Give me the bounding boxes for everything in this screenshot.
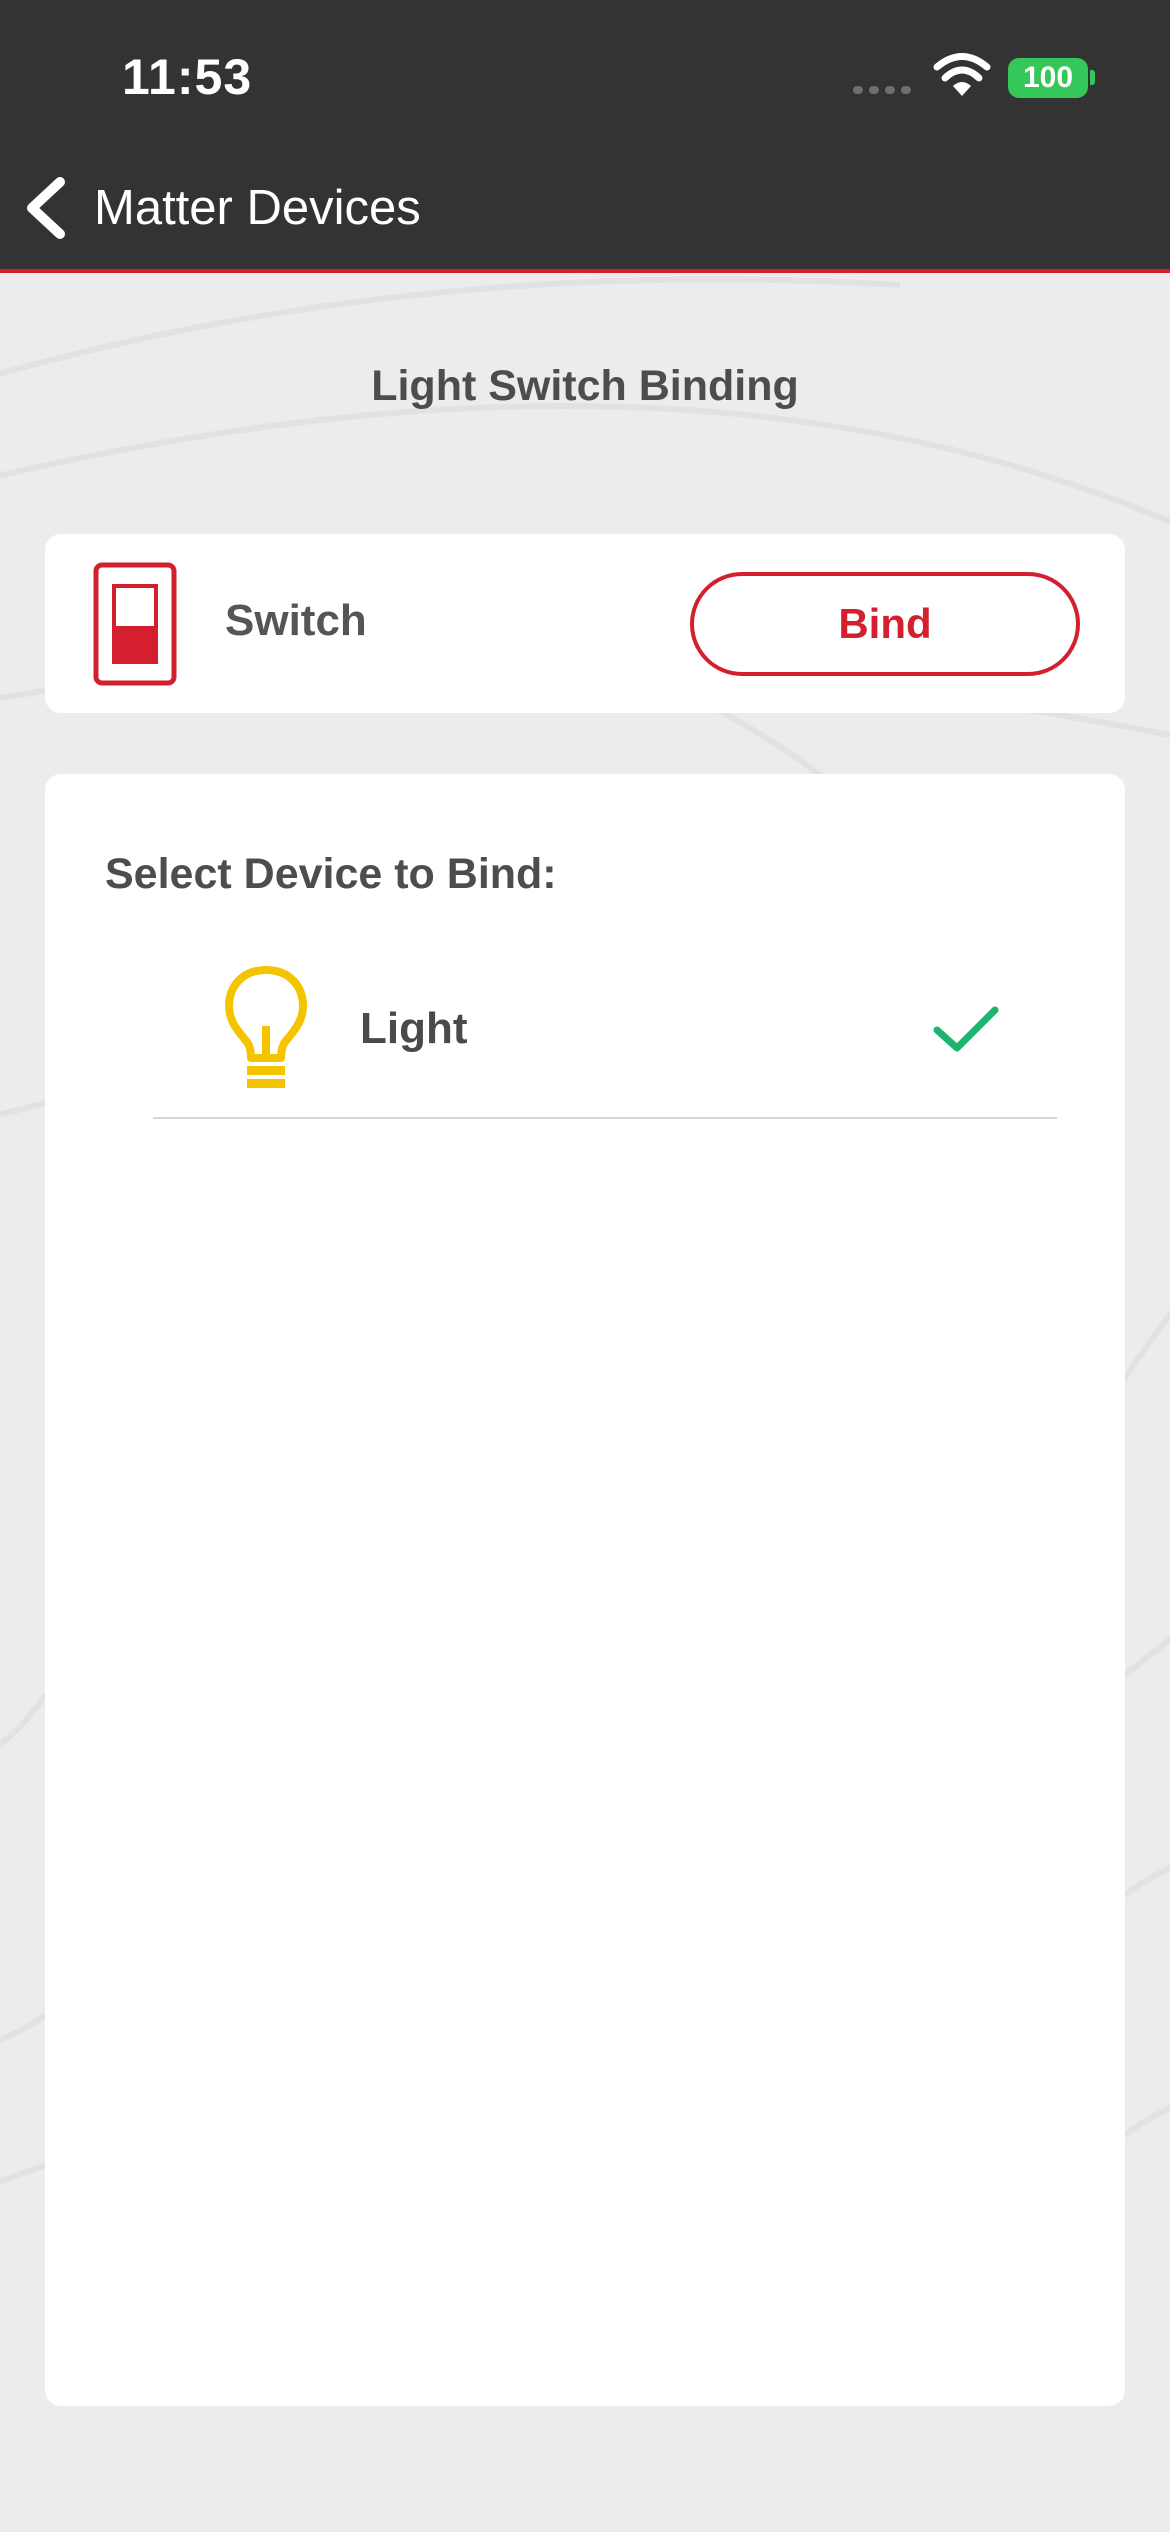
page-title: Light Switch Binding (371, 362, 799, 410)
source-device-name: Switch (225, 596, 367, 645)
select-device-heading: Select Device to Bind: (105, 850, 557, 898)
device-name: Light (360, 1004, 468, 1053)
checkmark-icon (933, 1006, 999, 1052)
status-time: 11:53 (122, 49, 253, 105)
screen: 11:53 100 Matter Devices Light Switch Bi… (0, 0, 1170, 2532)
wifi-icon (933, 53, 991, 96)
chevron-left-icon (27, 177, 65, 239)
battery-level: 100 (1022, 61, 1074, 94)
battery-icon: 100 (1008, 58, 1088, 98)
bind-button[interactable]: Bind (690, 572, 1080, 676)
list-item[interactable]: Light (153, 964, 1057, 1119)
back-button[interactable]: Matter Devices (20, 168, 480, 248)
battery-nub (1090, 70, 1095, 85)
app-header: 11:53 100 Matter Devices (0, 0, 1170, 273)
source-device-card: Switch Bind (45, 534, 1125, 713)
cellular-signal-icon (853, 86, 913, 94)
back-button-label: Matter Devices (94, 181, 421, 235)
select-device-card: Select Device to Bind: Light (45, 774, 1125, 2406)
light-switch-icon (93, 562, 177, 686)
light-bulb-icon (225, 966, 307, 1088)
